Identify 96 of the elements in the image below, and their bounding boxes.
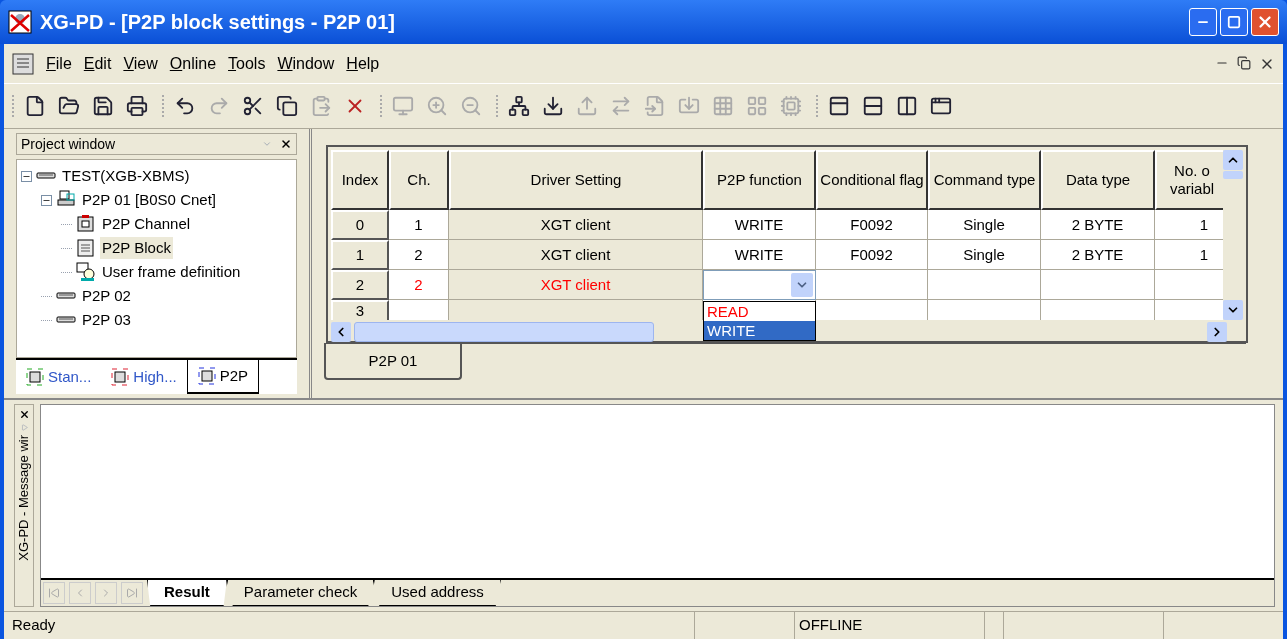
channel-icon xyxy=(76,214,96,234)
app-icon xyxy=(8,10,32,34)
list-icon xyxy=(76,238,96,258)
table-cell: F0092 xyxy=(816,210,928,240)
collapse-icon[interactable] xyxy=(41,194,52,206)
scrollbar-thumb[interactable] xyxy=(354,322,654,342)
status-mode: OFFLINE xyxy=(794,612,984,639)
open-folder-icon[interactable] xyxy=(58,95,80,117)
message-window-title: XG-PD - Message wir xyxy=(15,435,33,561)
close-icon[interactable] xyxy=(280,138,292,150)
user-frame-icon xyxy=(76,262,96,282)
panel-title: Project window xyxy=(21,134,116,154)
tree-item[interactable]: TEST(XGB-XBMS) xyxy=(60,164,192,188)
table-cell: 2 BYTE xyxy=(1041,210,1155,240)
panel-tab[interactable]: P2P xyxy=(186,360,260,394)
tree-item[interactable]: P2P 01 [B0S0 Cnet] xyxy=(80,188,218,212)
table-cell: 2 xyxy=(389,270,449,300)
copy-icon[interactable] xyxy=(276,95,298,117)
collapse-icon[interactable] xyxy=(21,170,32,182)
maximize-icon xyxy=(1227,15,1241,29)
message-tab[interactable]: Parameter check xyxy=(226,580,375,606)
tree-item[interactable]: P2P 03 xyxy=(80,308,133,332)
cut-icon[interactable] xyxy=(242,95,264,117)
table-cell: XGT client xyxy=(449,210,703,240)
scrollbar-thumb[interactable] xyxy=(1223,171,1243,179)
minimize-button[interactable] xyxy=(1189,8,1217,36)
table-cell: 1 xyxy=(331,240,389,270)
table-cell: WRITE xyxy=(703,210,816,240)
dropdown-option[interactable]: WRITE xyxy=(704,321,815,340)
column-header[interactable]: P2P function xyxy=(703,150,816,210)
panel-tab[interactable]: Stan... xyxy=(16,360,102,394)
network-icon[interactable] xyxy=(508,95,530,117)
table-cell: 1 xyxy=(1155,210,1224,240)
table-cell: XGT client xyxy=(449,270,703,300)
menu-item[interactable]: File xyxy=(46,51,72,76)
view-icon xyxy=(111,368,130,386)
column-header[interactable]: Index xyxy=(331,150,389,210)
window-title: XG-PD - [P2P block settings - P2P 01] xyxy=(40,10,395,35)
column-header[interactable]: Driver Setting xyxy=(449,150,703,210)
combo-field[interactable] xyxy=(703,270,816,300)
menu-item[interactable]: Help xyxy=(346,51,380,76)
download-icon[interactable] xyxy=(542,95,564,117)
table-cell: 3 xyxy=(331,300,389,320)
tree-item[interactable]: User frame definition xyxy=(100,260,243,284)
save-icon[interactable] xyxy=(92,95,114,117)
table-cell: 2 xyxy=(331,270,389,300)
document-icon xyxy=(12,52,34,75)
column-header[interactable]: Data type xyxy=(1041,150,1155,210)
close-icon[interactable] xyxy=(18,409,30,420)
table-cell: 2 xyxy=(389,240,449,270)
arrow-icon xyxy=(48,587,60,599)
window-icon[interactable] xyxy=(930,95,952,117)
column-header[interactable]: Command type xyxy=(928,150,1041,210)
menu-item[interactable]: Window xyxy=(277,51,335,76)
undo-icon[interactable] xyxy=(174,95,196,117)
tree-item[interactable]: P2P Channel xyxy=(100,212,193,236)
table-cell: F0092 xyxy=(816,240,928,270)
window-cascade-icon[interactable] xyxy=(828,95,850,117)
rows-icon[interactable] xyxy=(862,95,884,117)
column-header[interactable]: Ch. xyxy=(389,150,449,210)
arrow-icon xyxy=(126,587,138,599)
close-icon xyxy=(1256,13,1274,31)
menu-item[interactable]: Edit xyxy=(83,51,112,76)
status-message: Ready xyxy=(11,615,57,636)
table-cell: Single xyxy=(928,210,1041,240)
menu-item[interactable]: Online xyxy=(169,51,217,76)
scroll-right-button[interactable] xyxy=(1207,322,1227,342)
menu-item[interactable]: View xyxy=(123,51,158,76)
table-cell: WRITE xyxy=(703,240,816,270)
close-button[interactable] xyxy=(1251,8,1279,36)
menu-item[interactable]: Tools xyxy=(228,51,266,76)
view-icon xyxy=(26,368,44,386)
scroll-up-button[interactable] xyxy=(1223,150,1243,170)
scroll-down-button[interactable] xyxy=(1223,300,1243,320)
table-cell: 1 xyxy=(389,210,449,240)
column-header[interactable]: Conditional flag xyxy=(816,150,928,210)
print-icon[interactable] xyxy=(126,95,148,117)
panel-tab[interactable]: High... xyxy=(101,360,187,394)
columns-icon[interactable] xyxy=(896,95,918,117)
tree-item[interactable]: P2P Block xyxy=(100,236,173,260)
tree-item[interactable]: P2P 02 xyxy=(80,284,133,308)
dropdown-button[interactable] xyxy=(791,273,813,297)
restore-icon[interactable] xyxy=(1237,55,1251,70)
maximize-button[interactable] xyxy=(1220,8,1248,36)
view-icon xyxy=(197,367,216,385)
document-tab[interactable]: P2P 01 xyxy=(324,344,462,380)
table-cell: 2 BYTE xyxy=(1041,240,1155,270)
table-cell: Single xyxy=(928,240,1041,270)
table-cell: 0 xyxy=(331,210,389,240)
table-cell: XGT client xyxy=(449,240,703,270)
message-tab[interactable]: Used address xyxy=(374,580,501,606)
dropdown-option[interactable]: READ xyxy=(704,302,815,321)
message-tab[interactable]: Result xyxy=(147,580,227,606)
scroll-left-button[interactable] xyxy=(331,322,351,342)
new-file-icon[interactable] xyxy=(24,95,46,117)
table-cell: 1 xyxy=(1155,240,1224,270)
